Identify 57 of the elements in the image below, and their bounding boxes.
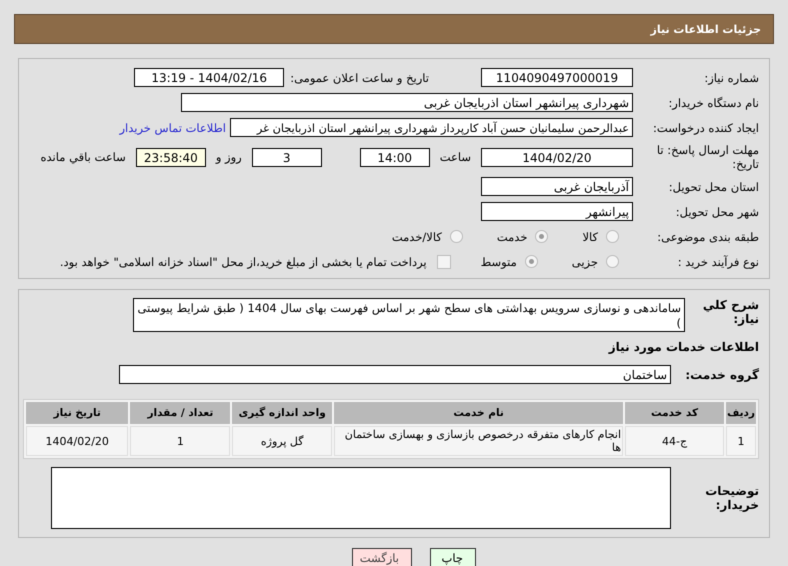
field-label: ایجاد کننده درخواست: bbox=[652, 120, 759, 134]
radio-label: کالا/خدمت bbox=[392, 230, 442, 244]
section-title: اطلاعات خدمات مورد نیاز bbox=[607, 340, 759, 354]
print-button[interactable]: چاپ bbox=[430, 548, 476, 566]
table-cell: 1404/02/20 bbox=[26, 426, 128, 456]
radio-button[interactable] bbox=[524, 255, 538, 268]
field-label: طبقه بندی موضوعی: bbox=[656, 230, 759, 244]
checkbox-label: پرداخت تمام یا بخشی از مبلغ خرید،از محل "اسناد خزانه اسلامی" خواهد بود. bbox=[60, 254, 427, 268]
buyer-contact-link[interactable]: اطلاعات تماس خریدار bbox=[119, 120, 226, 134]
radio-button[interactable] bbox=[606, 230, 619, 243]
table-cell: ج-44 bbox=[625, 426, 724, 456]
field-label: نام دستگاه خریدار: bbox=[667, 96, 759, 110]
radio-button[interactable] bbox=[450, 230, 463, 243]
field-label: استان محل تحویل: bbox=[668, 180, 759, 194]
deadline-time-field: 14:00 bbox=[360, 148, 430, 166]
buyer-org-field: شهرداری پیرانشهر استان اذربایجان غربی bbox=[181, 93, 633, 112]
field-label: توضیحات خریدار: bbox=[704, 484, 759, 512]
table-cell: 1 bbox=[726, 426, 756, 456]
field-label: تاریخ و ساعت اعلان عمومی: bbox=[289, 70, 430, 84]
column-header: ردیف bbox=[726, 402, 756, 424]
page-title: جزئیات اطلاعات نیاز bbox=[650, 22, 761, 36]
table-cell: انجام کارهای متفرقه درخصوص بازسازی و بهسازی ساختمان ها bbox=[334, 426, 624, 456]
requester-field: عبدالرحمن سلیمانیان حسن آباد کارپرداز شهرداری پیرانشهر استان اذربایجان غر bbox=[230, 118, 633, 137]
table-cell: گل پروژه bbox=[232, 426, 332, 456]
service-group-field: ساختمان bbox=[119, 365, 671, 384]
column-header: کد خدمت bbox=[625, 402, 724, 424]
field-label: مهلت ارسال پاسخ: تا تاریخ: bbox=[656, 143, 759, 171]
table-cell: 1 bbox=[130, 426, 230, 456]
buyer-notes-field[interactable] bbox=[51, 467, 671, 529]
announce-date-field: 1404/02/16 - 13:19 bbox=[134, 68, 284, 87]
radio-button[interactable] bbox=[535, 230, 548, 243]
description-field: ساماندهی و نوسازی سرویس بهداشتی های سطح شهر بر اساس فهرست بهای سال 1404 ( طبق شرایط پیوستی ) bbox=[133, 298, 685, 332]
province-field: آذربایجان غربی bbox=[481, 177, 633, 196]
remaining-time-field: 23:58:40 bbox=[136, 148, 206, 166]
radio-label: جزیی bbox=[572, 254, 598, 268]
radio-label: متوسط bbox=[480, 254, 517, 268]
field-label: ساعت bbox=[438, 150, 472, 164]
field-label: روز و bbox=[214, 150, 243, 164]
column-header: تاریخ نیاز bbox=[26, 402, 128, 424]
radio-label: کالا bbox=[582, 230, 598, 244]
field-label: شهر محل تحویل: bbox=[674, 204, 759, 218]
field-label: نوع فرآیند خرید : bbox=[676, 254, 759, 268]
deadline-date-field: 1404/02/20 bbox=[481, 148, 633, 166]
column-header: تعداد / مقدار bbox=[130, 402, 230, 424]
field-label: شماره نیاز: bbox=[703, 70, 759, 84]
field-label: ساعت باقي مانده bbox=[40, 150, 127, 164]
column-header: واحد اندازه گیری bbox=[232, 402, 332, 424]
city-field: پیرانشهر bbox=[481, 202, 633, 221]
radio-label: خدمت bbox=[496, 230, 528, 244]
field-label: گروه خدمت: bbox=[685, 368, 759, 382]
column-header: نام خدمت bbox=[334, 402, 624, 424]
field-label: شرح کلي نیاز: bbox=[702, 298, 759, 326]
need-number-field: 1104090497000019 bbox=[481, 68, 633, 87]
back-button[interactable]: بازگشت bbox=[352, 548, 412, 566]
radio-button[interactable] bbox=[606, 255, 619, 268]
checkbox[interactable] bbox=[436, 254, 451, 268]
days-field: 3 bbox=[252, 148, 322, 166]
